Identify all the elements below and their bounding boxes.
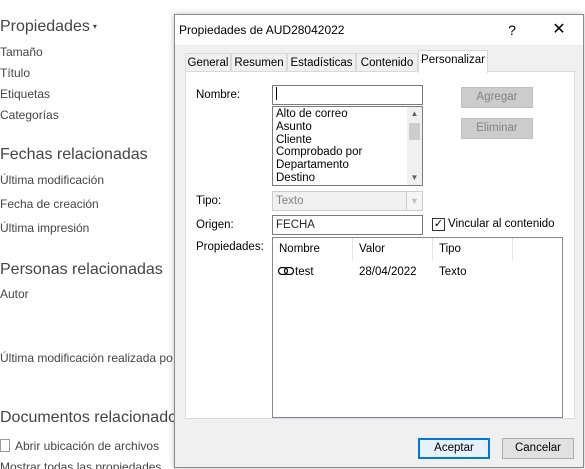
- origin-label: Origen:: [196, 219, 234, 231]
- type-label: Tipo:: [196, 195, 222, 207]
- tab-contents[interactable]: Contenido: [356, 53, 418, 72]
- add-button[interactable]: Agregar: [461, 87, 533, 108]
- scroll-up-icon[interactable]: ▲: [407, 107, 422, 121]
- list-item[interactable]: Alto de correo: [276, 108, 362, 121]
- name-input[interactable]: [272, 85, 423, 105]
- scroll-down-icon[interactable]: ▼: [407, 171, 422, 185]
- property-title-label: Título: [0, 66, 31, 80]
- chevron-down-icon: ▾: [92, 22, 97, 32]
- table-row[interactable]: test 28/04/2022 Texto: [273, 263, 562, 281]
- delete-button[interactable]: Eliminar: [461, 118, 533, 139]
- list-header: Nombre Valor Tipo: [273, 238, 562, 261]
- author-label: Autor: [0, 287, 29, 301]
- link-icon: [278, 267, 294, 275]
- custom-tab-panel: Nombre: Alto de correo Asunto Cliente Co…: [185, 71, 575, 419]
- ok-button[interactable]: Aceptar: [418, 438, 490, 459]
- scroll-thumb[interactable]: [409, 123, 420, 140]
- properties-list[interactable]: Nombre Valor Tipo test 28/04/2022 Texto: [272, 237, 563, 418]
- tab-custom[interactable]: Personalizar: [418, 50, 488, 73]
- chevron-down-icon: ▼: [406, 192, 422, 210]
- list-scrollbar[interactable]: ▲ ▼: [407, 107, 422, 185]
- list-item[interactable]: Departamento: [276, 159, 362, 172]
- properties-dialog: Propiedades de AUD28042022 ? ✕ General R…: [174, 14, 584, 468]
- list-item[interactable]: Comprobado por: [276, 146, 362, 159]
- last-modified-by-label: Última modificación realizada po: [0, 351, 173, 365]
- show-all-properties-link[interactable]: Mostrar todas las propiedades: [0, 460, 161, 469]
- list-item[interactable]: Cliente: [276, 134, 362, 147]
- tab-statistics[interactable]: Estadísticas: [287, 53, 356, 72]
- link-to-content-checkbox[interactable]: ✓: [432, 218, 445, 231]
- property-name-cell: test: [278, 263, 314, 281]
- property-tags-label: Etiquetas: [0, 87, 51, 101]
- property-value-cell: 28/04/2022: [359, 266, 417, 278]
- cancel-button[interactable]: Cancelar: [502, 438, 574, 459]
- text-cursor: [276, 87, 277, 100]
- name-options-list[interactable]: Alto de correo Asunto Cliente Comprobado…: [272, 106, 423, 186]
- column-header-type[interactable]: Tipo: [433, 238, 513, 261]
- close-button[interactable]: ✕: [541, 18, 577, 42]
- type-select[interactable]: Texto ▼: [272, 191, 423, 211]
- created-date-label: Fecha de creación: [0, 197, 99, 211]
- dialog-titlebar[interactable]: Propiedades de AUD28042022 ? ✕: [175, 15, 583, 45]
- help-button[interactable]: ?: [497, 18, 527, 42]
- related-dates-heading: Fechas relacionadas: [0, 146, 148, 163]
- properties-label: Propiedades:: [196, 241, 264, 253]
- open-file-location-link[interactable]: Abrir ubicación de archivos: [0, 439, 159, 453]
- related-people-heading: Personas relacionadas: [0, 261, 163, 278]
- tab-general[interactable]: General: [185, 53, 231, 72]
- column-header-value[interactable]: Valor: [353, 238, 433, 261]
- name-label: Nombre:: [196, 89, 241, 101]
- property-size-label: Tamaño: [0, 45, 43, 59]
- origin-input[interactable]: FECHA: [272, 215, 423, 235]
- last-modified-label: Última modificación: [0, 173, 105, 187]
- column-header-name[interactable]: Nombre: [273, 238, 353, 261]
- list-item[interactable]: Destino: [276, 172, 362, 185]
- file-icon: [0, 439, 10, 452]
- list-item[interactable]: Asunto: [276, 121, 362, 134]
- dialog-title: Propiedades de AUD28042022: [179, 23, 345, 37]
- tab-summary[interactable]: Resumen: [231, 53, 287, 72]
- properties-heading[interactable]: Propiedades ▾: [0, 18, 97, 36]
- related-documents-heading: Documentos relacionados: [0, 409, 185, 426]
- link-to-content-label[interactable]: Vincular al contenido: [448, 218, 555, 230]
- property-type-cell: Texto: [439, 266, 467, 278]
- property-categories-label: Categorías: [0, 108, 59, 122]
- last-printed-label: Última impresión: [0, 221, 90, 235]
